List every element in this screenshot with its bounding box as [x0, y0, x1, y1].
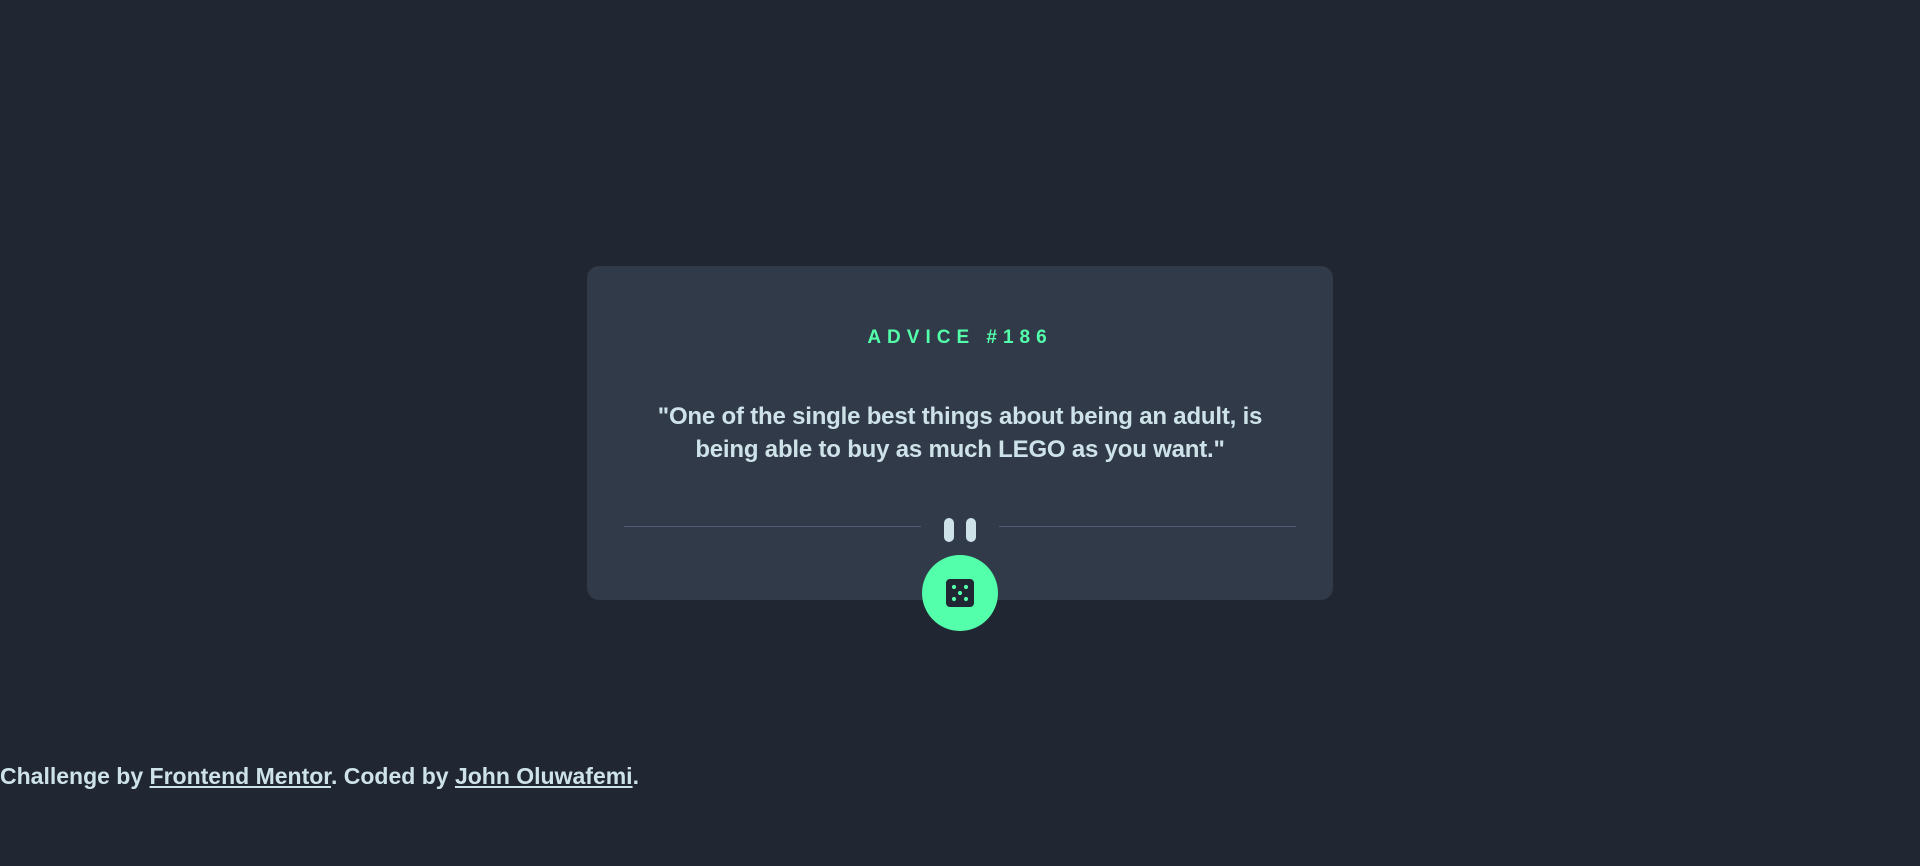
advice-text: "One of the single best things about bei… — [657, 403, 1263, 463]
new-advice-button[interactable] — [922, 555, 998, 631]
advice-id: ADVICE #186 — [867, 327, 1053, 348]
divider — [624, 518, 1296, 542]
page: ADVICE #186 "One of the single best thin… — [0, 0, 1920, 866]
attribution-middle: . Coded by — [330, 763, 455, 789]
pause-icon — [944, 518, 976, 544]
pause-bar-right — [966, 518, 976, 542]
attribution-prefix: Challenge by — [0, 763, 150, 789]
frontend-mentor-link[interactable]: Frontend Mentor — [150, 763, 331, 789]
attribution: Challenge by Frontend Mentor. Coded by J… — [0, 763, 639, 789]
advice-card: ADVICE #186 "One of the single best thin… — [587, 266, 1333, 600]
divider-line-right — [999, 526, 1296, 527]
author-link[interactable]: John Oluwafemi — [455, 763, 633, 789]
pause-bar-left — [944, 518, 954, 542]
divider-line-left — [624, 526, 921, 527]
attribution-suffix: . — [632, 763, 639, 789]
dice-icon — [946, 579, 974, 607]
